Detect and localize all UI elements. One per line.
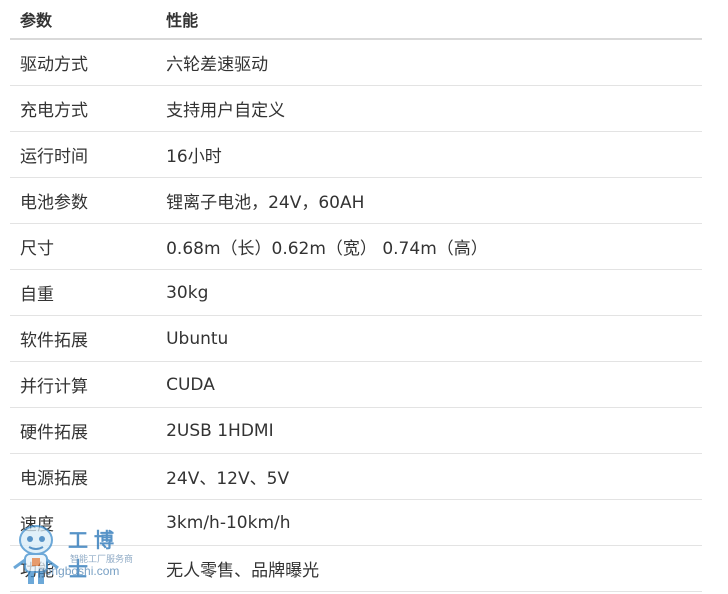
spec-table: 参数 性能 驱动方式 六轮差速驱动 充电方式 支持用户自定义 运行时间 16小时… <box>10 0 702 592</box>
value-cell: 六轮差速驱动 <box>156 39 702 86</box>
value-cell: 0.68m（长）0.62m（宽） 0.74m（高） <box>156 223 702 270</box>
param-cell: 驱动方式 <box>10 39 157 86</box>
table-row: 软件拓展 Ubuntu <box>10 315 702 362</box>
param-cell: 电源拓展 <box>10 453 157 500</box>
value-cell: 3km/h-10km/h <box>156 499 702 546</box>
value-cell: Ubuntu <box>156 315 702 362</box>
param-cell: 速度 <box>10 499 157 546</box>
value-cell: 锂离子电池，24V，60AH <box>156 177 702 224</box>
param-cell: 电池参数 <box>10 177 157 224</box>
param-cell: 功能 <box>10 545 157 592</box>
table-row: 驱动方式 六轮差速驱动 <box>10 39 702 86</box>
table-row: 充电方式 支持用户自定义 <box>10 85 702 132</box>
table-row: 硬件拓展 2USB 1HDMI <box>10 407 702 454</box>
table-row: 功能 无人零售、品牌曝光 <box>10 545 702 592</box>
value-cell: 24V、12V、5V <box>156 453 702 500</box>
table-header-row: 参数 性能 <box>10 0 702 40</box>
header-value: 性能 <box>156 0 702 40</box>
value-cell: 无人零售、品牌曝光 <box>156 545 702 592</box>
table-row: 自重 30kg <box>10 269 702 316</box>
param-cell: 硬件拓展 <box>10 407 157 454</box>
table-row: 并行计算 CUDA <box>10 361 702 408</box>
table-row: 运行时间 16小时 <box>10 131 702 178</box>
param-cell: 并行计算 <box>10 361 157 408</box>
table-row: 电源拓展 24V、12V、5V <box>10 453 702 500</box>
table-row: 电池参数 锂离子电池，24V，60AH <box>10 177 702 224</box>
param-cell: 充电方式 <box>10 85 157 132</box>
param-cell: 自重 <box>10 269 157 316</box>
value-cell: 16小时 <box>156 131 702 178</box>
param-cell: 尺寸 <box>10 223 157 270</box>
value-cell: 2USB 1HDMI <box>156 407 702 454</box>
param-cell: 运行时间 <box>10 131 157 178</box>
table-row: 速度 3km/h-10km/h <box>10 499 702 546</box>
value-cell: 支持用户自定义 <box>156 85 702 132</box>
header-param: 参数 <box>10 0 157 40</box>
table-row: 尺寸 0.68m（长）0.62m（宽） 0.74m（高） <box>10 223 702 270</box>
value-cell: 30kg <box>156 269 702 316</box>
value-cell: CUDA <box>156 361 702 408</box>
param-cell: 软件拓展 <box>10 315 157 362</box>
